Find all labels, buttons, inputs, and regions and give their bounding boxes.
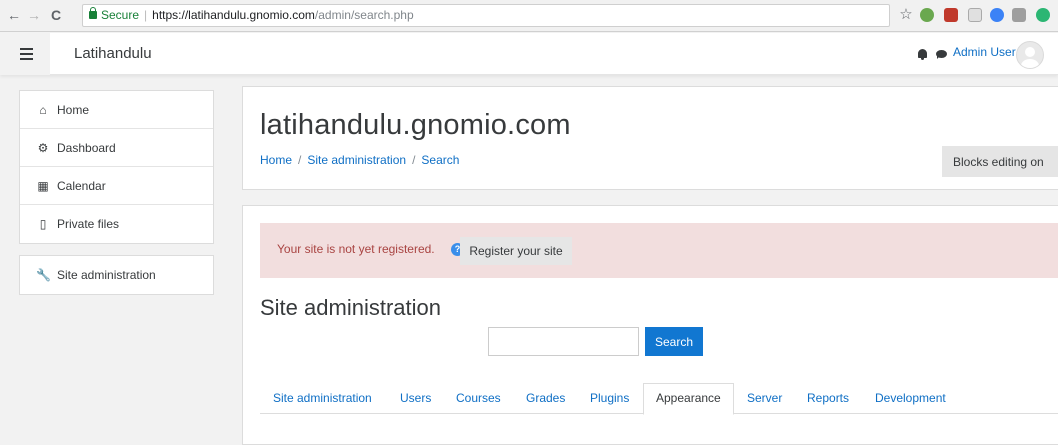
tab-users[interactable]: Users bbox=[400, 383, 431, 414]
reload-icon[interactable]: C bbox=[48, 7, 64, 23]
extension-icon-5[interactable] bbox=[1012, 8, 1026, 22]
sidebar-item-label: Calendar bbox=[57, 179, 106, 193]
dashboard-icon: ⚙ bbox=[37, 141, 49, 155]
home-icon: ⌂ bbox=[39, 103, 47, 117]
breadcrumb-site-administration[interactable]: Site administration bbox=[307, 153, 406, 167]
back-icon[interactable]: ← bbox=[6, 7, 22, 23]
tab-site-administration[interactable]: Site administration bbox=[273, 383, 372, 414]
sidebar-item-label: Dashboard bbox=[57, 141, 116, 155]
address-separator: | bbox=[144, 8, 148, 22]
bookmark-star-icon[interactable]: ☆ bbox=[898, 7, 914, 23]
sidebar-item-home[interactable]: ⌂ Home bbox=[20, 91, 213, 129]
site-brand[interactable]: Latihandulu bbox=[74, 45, 152, 62]
section-title: Site administration bbox=[260, 295, 441, 320]
extension-icon-4[interactable] bbox=[990, 8, 1004, 22]
tab-courses[interactable]: Courses bbox=[456, 383, 501, 414]
menu-toggle-button[interactable] bbox=[0, 33, 50, 75]
browser-toolbar: ← → C Secure | https://latihandulu.gnomio.… bbox=[0, 0, 1058, 32]
sidebar-item-site-administration[interactable]: 🔧 Site administration bbox=[20, 256, 213, 294]
menu-icon-bar bbox=[20, 58, 33, 60]
file-icon: ▯ bbox=[39, 217, 47, 231]
tab-reports[interactable]: Reports bbox=[807, 383, 849, 414]
breadcrumb: Home / Site administration / Search bbox=[260, 153, 459, 167]
notifications-bell-icon[interactable] bbox=[918, 49, 927, 60]
url-path: /admin/search.php bbox=[314, 8, 414, 22]
sidebar-item-label: Private files bbox=[57, 217, 120, 231]
extension-icon-1[interactable] bbox=[920, 8, 934, 22]
tab-grades[interactable]: Grades bbox=[526, 383, 565, 414]
site-navbar: Latihandulu Admin User bbox=[0, 33, 1058, 75]
search-button[interactable]: Search bbox=[645, 327, 703, 356]
menu-icon-bar bbox=[20, 48, 33, 50]
admin-search-input[interactable] bbox=[488, 327, 639, 356]
main-region: Your site is not yet registered. ? Regis… bbox=[242, 205, 1058, 445]
sidebar-item-calendar[interactable]: ▦ Calendar bbox=[20, 167, 213, 205]
page-title: latihandulu.gnomio.com bbox=[260, 109, 571, 141]
lock-icon bbox=[89, 7, 97, 19]
page-header: latihandulu.gnomio.com Home / Site adminis… bbox=[242, 86, 1058, 190]
extension-icon-6[interactable] bbox=[1036, 8, 1050, 22]
sidebar-item-dashboard[interactable]: ⚙ Dashboard bbox=[20, 129, 213, 167]
nav-drawer-main: ⌂ Home ⚙ Dashboard ▦ Calendar ▯ Private … bbox=[19, 90, 214, 244]
alert-message: Your site is not yet registered. bbox=[277, 242, 435, 256]
calendar-icon: ▦ bbox=[37, 179, 49, 193]
avatar[interactable] bbox=[1016, 41, 1044, 69]
user-menu-name[interactable]: Admin User bbox=[953, 45, 1016, 59]
admin-tabs: Site administration Users Courses Grades… bbox=[260, 383, 1058, 415]
extension-icon-3[interactable] bbox=[968, 8, 982, 22]
breadcrumb-home[interactable]: Home bbox=[260, 153, 292, 167]
register-site-button[interactable]: Register your site bbox=[460, 237, 572, 265]
blocks-editing-button[interactable]: Blocks editing on bbox=[942, 146, 1058, 177]
registration-alert: Your site is not yet registered. ? Regis… bbox=[260, 223, 1058, 278]
wrench-icon: 🔧 bbox=[36, 268, 51, 282]
messages-icon[interactable] bbox=[936, 50, 947, 59]
address-bar[interactable]: Secure | https://latihandulu.gnomio.com/ad… bbox=[82, 4, 890, 27]
menu-icon-bar bbox=[20, 53, 33, 55]
tab-development[interactable]: Development bbox=[875, 383, 946, 414]
sidebar-item-private-files[interactable]: ▯ Private files bbox=[20, 205, 213, 243]
url-host: https://latihandulu.gnomio.com bbox=[152, 8, 315, 22]
extension-icon-2[interactable] bbox=[944, 8, 958, 22]
tab-appearance[interactable]: Appearance bbox=[643, 383, 734, 415]
secure-label: Secure bbox=[101, 8, 140, 22]
sidebar-item-label: Site administration bbox=[57, 268, 156, 282]
tab-server[interactable]: Server bbox=[747, 383, 782, 414]
breadcrumb-search[interactable]: Search bbox=[421, 153, 459, 167]
breadcrumb-separator: / bbox=[412, 153, 416, 167]
nav-drawer-admin: 🔧 Site administration bbox=[19, 255, 214, 295]
sidebar-item-label: Home bbox=[57, 103, 90, 117]
tab-plugins[interactable]: Plugins bbox=[590, 383, 629, 414]
forward-icon[interactable]: → bbox=[26, 7, 42, 23]
breadcrumb-separator: / bbox=[298, 153, 302, 167]
